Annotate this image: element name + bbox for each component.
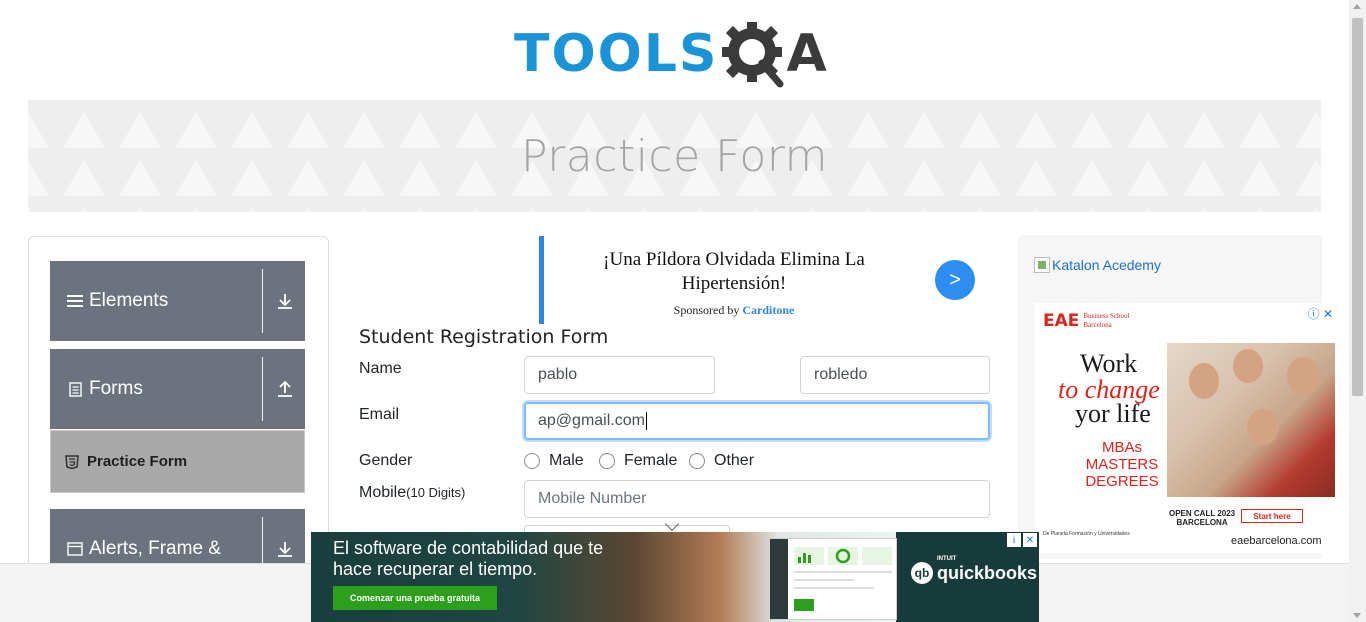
ad-headline[interactable]: ¡Una Píldora Olvidada Elimina La Hiperte… bbox=[584, 248, 884, 296]
person-face bbox=[1233, 349, 1263, 383]
radio-label[interactable]: Male bbox=[549, 452, 584, 470]
bottom-ad-headline: El software de contabilidad que te hace … bbox=[333, 538, 603, 580]
vertical-scrollbar[interactable] bbox=[1349, 0, 1366, 622]
sidebar-group-elements[interactable]: Elements bbox=[50, 261, 305, 341]
eae-call-1: OPEN CALL 2023 bbox=[1169, 509, 1236, 518]
gender-radio-other[interactable]: Other bbox=[689, 452, 754, 470]
upload-arrow-icon[interactable] bbox=[275, 379, 295, 399]
adchoices-icon[interactable]: i bbox=[1007, 533, 1021, 547]
logo-text-right: A bbox=[786, 24, 827, 84]
radio-label[interactable]: Other bbox=[714, 452, 754, 470]
quickbooks-text: quickbooks bbox=[937, 562, 1038, 583]
radio-circle[interactable] bbox=[524, 453, 540, 469]
email-value: ap@gmail.com bbox=[538, 412, 645, 429]
gender-radio-male[interactable]: Male bbox=[524, 452, 584, 470]
email-input[interactable]: ap@gmail.com bbox=[524, 402, 990, 440]
last-name-input[interactable]: robledo bbox=[800, 356, 990, 394]
name-label: Name bbox=[359, 360, 402, 377]
page: TOOLS A Practice Form Elements Forms Pra… bbox=[0, 0, 1366, 622]
eae-line-3: yor life bbox=[1075, 399, 1151, 428]
katalon-ad-link[interactable]: Katalon Acedemy bbox=[1034, 257, 1161, 273]
mobile-label-text: Mobile bbox=[359, 484, 407, 501]
form-title: Student Registration Form bbox=[359, 326, 609, 348]
eae-photo bbox=[1167, 343, 1335, 497]
gear-magnifier-icon bbox=[722, 22, 784, 88]
ad-sponsor-line: Sponsored by Carditone bbox=[584, 303, 884, 318]
bottom-ad-headline-1: El software de contabilidad que te bbox=[333, 538, 604, 558]
mobile-label: Mobile(10 Digits) bbox=[359, 484, 465, 502]
eae-degrees: MBAs MASTERS DEGREES bbox=[1085, 439, 1159, 490]
scroll-up-arrow-icon[interactable] bbox=[1353, 4, 1361, 9]
first-name-input[interactable]: pablo bbox=[524, 356, 715, 394]
radio-circle[interactable] bbox=[599, 453, 615, 469]
gender-label: Gender bbox=[359, 452, 413, 469]
adchoices-icon[interactable]: ⓘ ✕ bbox=[1308, 305, 1333, 322]
eae-brand-name: EAE bbox=[1043, 311, 1080, 331]
intuit-label: INTUIT bbox=[937, 556, 957, 562]
logo-text-left: TOOLS bbox=[514, 24, 719, 84]
eae-start-button[interactable]: Start here bbox=[1241, 509, 1303, 523]
person-face bbox=[1189, 363, 1219, 399]
eae-footer: De Planeta Formación y Universidades bbox=[1043, 531, 1130, 537]
top-ad[interactable]: ¡Una Píldora Olvidada Elimina La Hiperte… bbox=[539, 236, 989, 324]
download-arrow-icon[interactable] bbox=[275, 291, 295, 311]
eae-ad[interactable]: EAE Business School Barcelona ⓘ ✕ Work t… bbox=[1035, 303, 1335, 553]
eae-brand-sub: Business School Barcelona bbox=[1083, 312, 1129, 330]
eae-brand-sub-1: Business School bbox=[1083, 312, 1130, 320]
radio-label[interactable]: Female bbox=[624, 452, 677, 470]
person-face bbox=[1287, 357, 1319, 395]
toolsqa-logo[interactable]: TOOLS A bbox=[514, 16, 840, 92]
person-face bbox=[1247, 409, 1279, 445]
ad-sponsor-name[interactable]: Carditone bbox=[742, 303, 794, 317]
eae-url[interactable]: eaebarcelona.com bbox=[1231, 535, 1322, 547]
page-banner: Practice Form bbox=[28, 100, 1321, 212]
eae-call-2: BARCELONA bbox=[1176, 518, 1228, 527]
html5-icon bbox=[65, 454, 79, 469]
ad-go-button[interactable]: > bbox=[935, 260, 975, 300]
scroll-down-arrow-icon[interactable] bbox=[1353, 613, 1361, 618]
bottom-ad-headline-2: hace recuperar el tiempo. bbox=[333, 559, 538, 579]
sidebar-group-forms[interactable]: Forms bbox=[50, 349, 305, 429]
divider bbox=[262, 269, 263, 333]
ad-sponsored-prefix: Sponsored by bbox=[673, 303, 740, 317]
email-label: Email bbox=[359, 406, 400, 423]
list-icon bbox=[66, 292, 84, 310]
sidebar-group-label: Alerts, Frame & bbox=[89, 538, 221, 559]
text-cursor bbox=[645, 412, 647, 430]
mobile-hint: (10 Digits) bbox=[406, 485, 466, 500]
quickbooks-logo: qb INTUIT quickbooks bbox=[911, 556, 1038, 584]
download-arrow-icon[interactable] bbox=[275, 539, 295, 559]
mobile-input[interactable]: Mobile Number bbox=[524, 480, 990, 518]
quickbooks-icon: qb bbox=[911, 562, 933, 584]
radio-circle[interactable] bbox=[689, 453, 705, 469]
eae-brand: EAE Business School Barcelona bbox=[1043, 311, 1129, 331]
sidebar-group-label: Forms bbox=[89, 378, 143, 399]
eae-open-call: OPEN CALL 2023 BARCELONA bbox=[1169, 509, 1235, 527]
bottom-ad[interactable]: El software de contabilidad que te hace … bbox=[311, 532, 1039, 622]
page-title: Practice Form bbox=[520, 130, 829, 182]
eae-brand-sub-2: Barcelona bbox=[1083, 321, 1112, 329]
bottom-ad-cta-button[interactable]: Comenzar una prueba gratuita bbox=[333, 586, 497, 610]
document-icon bbox=[66, 380, 84, 398]
sidebar-item-label: Practice Form bbox=[87, 453, 188, 470]
sidebar-group-label: Elements bbox=[89, 290, 169, 311]
sidebar-item-practice-form[interactable]: Practice Form bbox=[50, 430, 305, 493]
dashboard-chart-icon bbox=[770, 539, 892, 619]
close-ad-icon[interactable]: ✕ bbox=[1023, 533, 1037, 547]
katalon-ad-text[interactable]: Katalon Acedemy bbox=[1052, 257, 1161, 273]
dashboard-screenshot bbox=[769, 538, 897, 620]
broken-image-icon bbox=[1034, 257, 1050, 273]
scrollbar-thumb[interactable] bbox=[1352, 18, 1363, 396]
divider bbox=[262, 357, 263, 421]
window-icon bbox=[66, 540, 84, 558]
gender-radio-female[interactable]: Female bbox=[599, 452, 677, 470]
